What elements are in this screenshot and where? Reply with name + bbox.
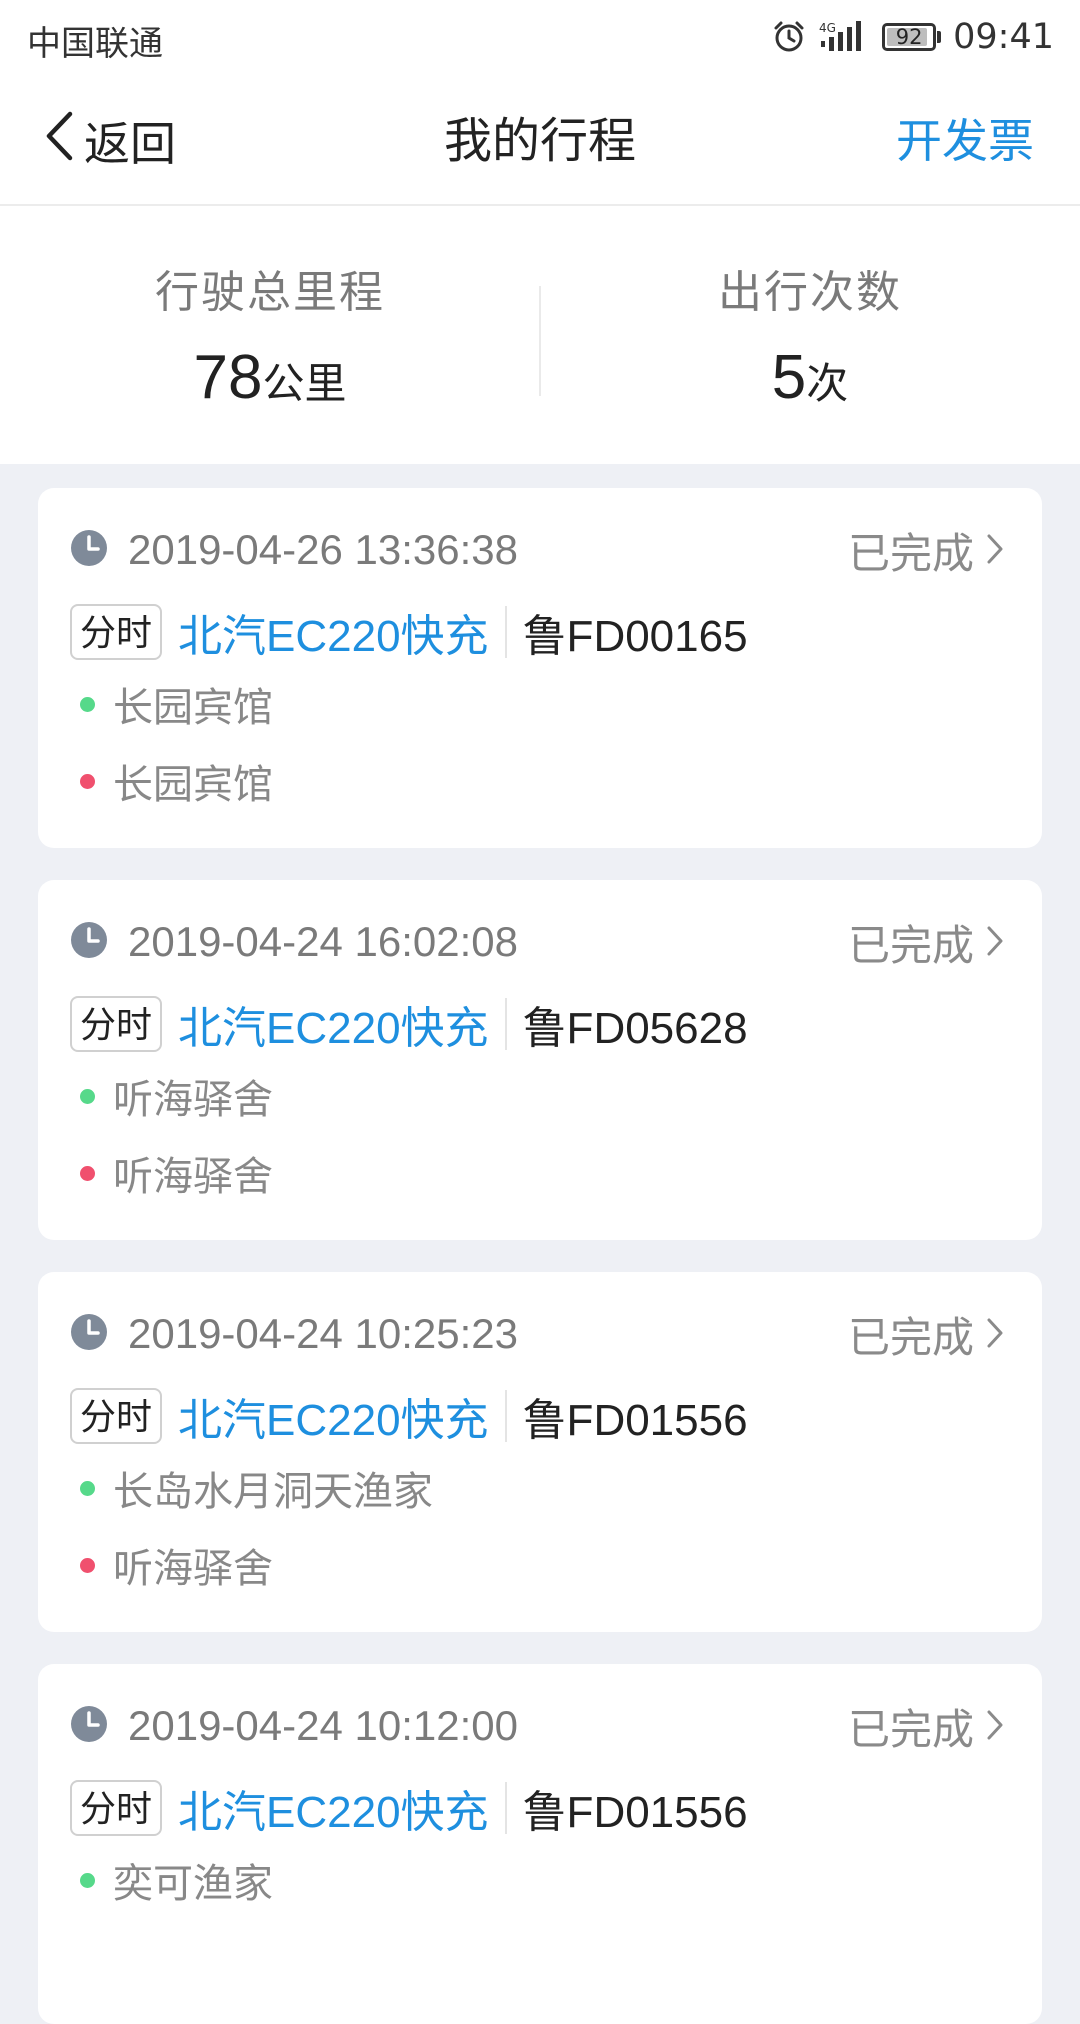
trip-status[interactable]: 已完成: [848, 912, 1004, 973]
start-location-label: 听海驿舍: [113, 1077, 273, 1123]
clock-icon: [70, 1313, 108, 1355]
info-divider: [504, 1782, 507, 1834]
total-distance-unit: 公里: [262, 359, 347, 408]
rental-type-tag: 分时: [70, 604, 163, 660]
trip-status-label: 已完成: [847, 1312, 974, 1362]
start-location: 奕可渔家: [80, 1852, 273, 1908]
chevron-left-icon: [44, 111, 84, 172]
car-model: 北汽EC220快充: [178, 1396, 489, 1445]
license-plate: 鲁FD01556: [522, 1396, 748, 1445]
end-location-label: 听海驿舍: [113, 1154, 273, 1200]
rental-type-tag: 分时: [70, 1780, 163, 1836]
end-location-label: 长园宾馆: [113, 762, 273, 808]
trip-time: 2019-04-26 13:36:38: [128, 526, 518, 573]
trip-count: 出行次数 5次: [540, 206, 1080, 464]
start-dot: [80, 1480, 95, 1496]
trip-status-label: 已完成: [847, 1704, 974, 1754]
battery-indicator: 92: [882, 23, 942, 51]
car-model: 北汽EC220快充: [178, 1788, 489, 1837]
trip-time: 2019-04-24 16:02:08: [128, 918, 518, 965]
trip-time: 2019-04-24 10:25:23: [128, 1310, 518, 1357]
trip-time: 2019-04-24 10:12:00: [128, 1702, 518, 1749]
status-bar: 中国联通 4G 92 09:41: [0, 0, 1080, 78]
trip-count-label: 出行次数: [718, 267, 902, 318]
total-distance-label: 行驶总里程: [155, 267, 385, 318]
start-location-label: 长园宾馆: [113, 685, 273, 731]
trip-card[interactable]: 2019-04-26 13:36:38 已完成 分时 北汽EC220快充 鲁FD…: [38, 488, 1042, 848]
trip-count-unit: 次: [806, 359, 849, 408]
trip-status[interactable]: 已完成: [848, 1304, 1004, 1365]
back-button[interactable]: 返回: [44, 108, 176, 174]
info-divider: [504, 606, 507, 658]
car-model: 北汽EC220快充: [178, 612, 489, 661]
start-location: 长园宾馆: [80, 676, 273, 732]
total-distance-value: 78: [193, 343, 263, 412]
chevron-right-icon: [974, 526, 1004, 575]
chevron-right-icon: [974, 918, 1004, 967]
end-location: 听海驿舍: [80, 1537, 273, 1593]
rental-type-tag: 分时: [70, 996, 163, 1052]
end-dot: [80, 1165, 95, 1181]
chevron-right-icon: [974, 1310, 1004, 1359]
network-type: 4G: [819, 21, 836, 35]
battery-level: 92: [895, 25, 923, 49]
invoice-button[interactable]: 开发票: [896, 108, 1034, 174]
chevron-right-icon: [974, 1702, 1004, 1751]
license-plate: 鲁FD00165: [522, 612, 748, 661]
trip-summary: 行驶总里程 78公里 出行次数 5次: [0, 206, 1080, 464]
start-dot: [80, 696, 95, 712]
trip-card[interactable]: 2019-04-24 10:25:23 已完成 分时 北汽EC220快充 鲁FD…: [38, 1272, 1042, 1632]
start-location: 长岛水月洞天渔家: [80, 1460, 433, 1516]
trip-status-label: 已完成: [847, 528, 974, 578]
start-dot: [80, 1872, 95, 1888]
signal-icon: 4G: [818, 19, 866, 55]
car-model: 北汽EC220快充: [178, 1004, 489, 1053]
end-dot: [80, 1557, 95, 1573]
trip-card[interactable]: 2019-04-24 16:02:08 已完成 分时 北汽EC220快充 鲁FD…: [38, 880, 1042, 1240]
rental-type-tag: 分时: [70, 1388, 163, 1444]
end-location: 听海驿舍: [80, 1145, 273, 1201]
license-plate: 鲁FD01556: [522, 1788, 748, 1837]
end-dot: [80, 773, 95, 789]
trip-status[interactable]: 已完成: [848, 1696, 1004, 1757]
status-indicators: 4G 92 09:41: [772, 14, 1054, 60]
total-distance: 行驶总里程 78公里: [0, 206, 540, 464]
start-location: 听海驿舍: [80, 1068, 273, 1124]
license-plate: 鲁FD05628: [522, 1004, 748, 1053]
clock-icon: [70, 529, 108, 571]
clock-icon: [70, 921, 108, 963]
trip-status[interactable]: 已完成: [848, 520, 1004, 581]
start-dot: [80, 1088, 95, 1104]
start-location-label: 长岛水月洞天渔家: [113, 1469, 433, 1515]
trip-status-label: 已完成: [847, 920, 974, 970]
back-label: 返回: [84, 117, 176, 171]
end-location-label: 听海驿舍: [113, 1546, 273, 1592]
end-location: 长园宾馆: [80, 753, 273, 809]
info-divider: [504, 998, 507, 1050]
navigation-bar: 返回 我的行程 开发票: [0, 78, 1080, 206]
alarm-icon: [772, 20, 806, 54]
carrier-name: 中国联通: [27, 24, 163, 64]
trip-card[interactable]: 2019-04-24 10:12:00 已完成 分时 北汽EC220快充 鲁FD…: [38, 1664, 1042, 2024]
trip-list: 2019-04-26 13:36:38 已完成 分时 北汽EC220快充 鲁FD…: [0, 464, 1080, 2024]
info-divider: [504, 1390, 507, 1442]
header-area: 中国联通 4G 92 09:41 返回 我的行程 开发票 行驶总里程 78公里 …: [0, 0, 1080, 464]
clock-icon: [70, 1705, 108, 1747]
status-time: 09:41: [953, 17, 1054, 57]
start-location-label: 奕可渔家: [113, 1861, 273, 1907]
trip-count-value: 5: [771, 343, 807, 412]
summary-divider: [539, 286, 541, 396]
